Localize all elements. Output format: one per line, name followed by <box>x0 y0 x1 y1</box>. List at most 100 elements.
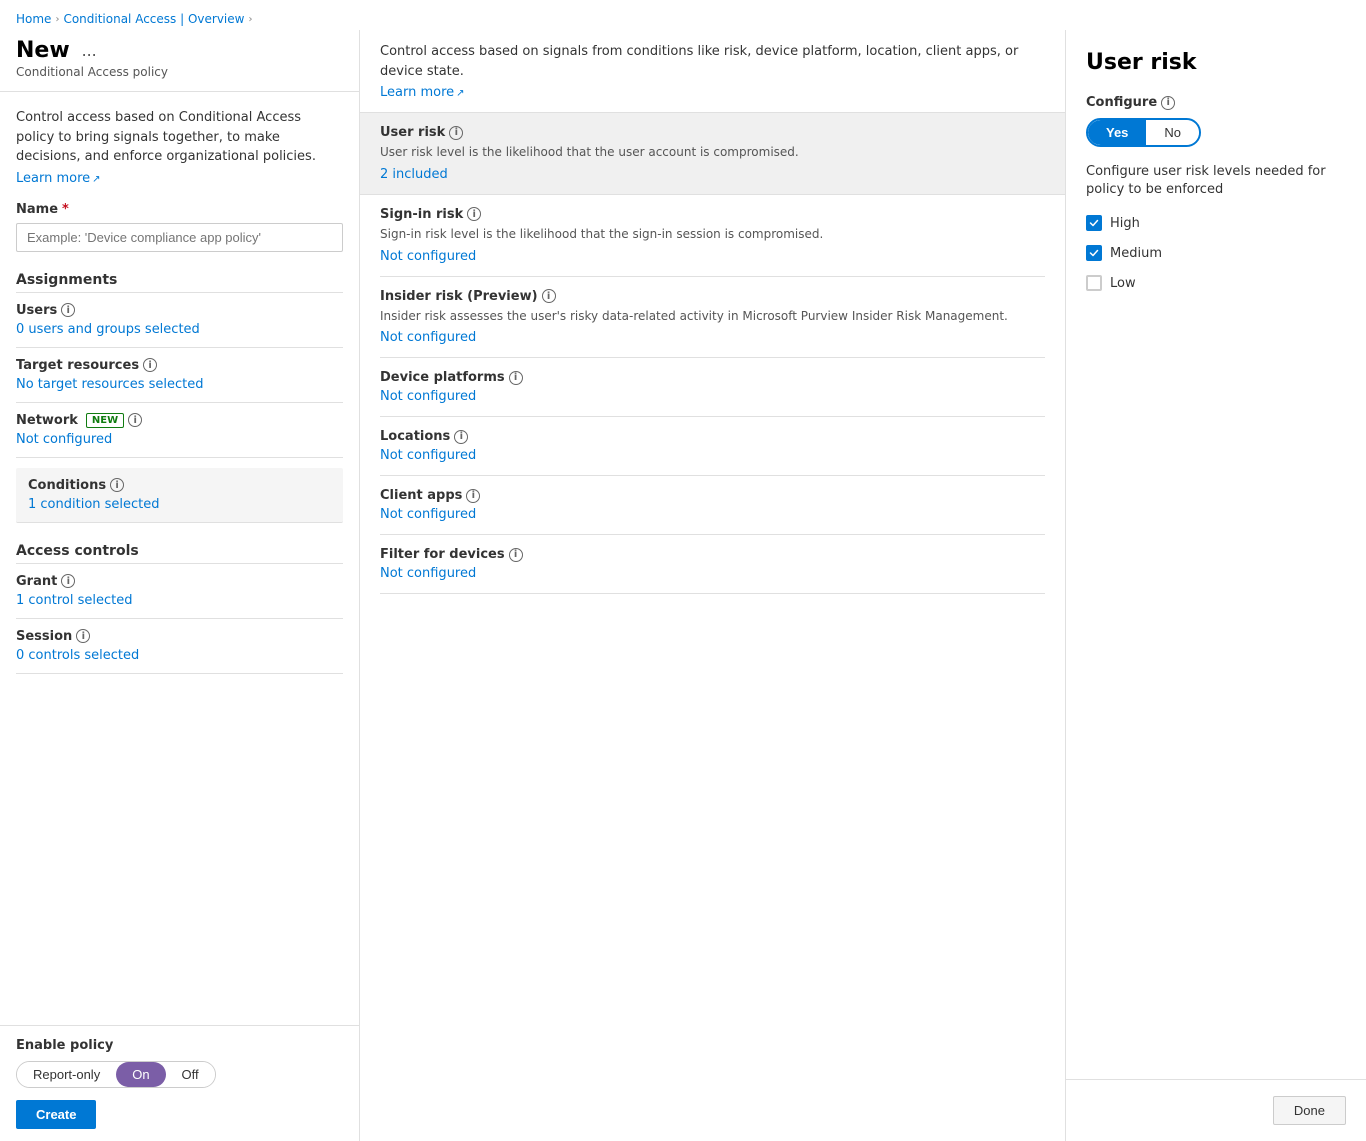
condition-item-client-apps[interactable]: Client appsi Not configured <box>380 476 1045 535</box>
configure-info-icon: i <box>1161 96 1175 110</box>
report-only-button[interactable]: Report-only <box>17 1062 116 1087</box>
enable-policy-toggle: Report-only On Off <box>16 1061 216 1088</box>
condition-item-insider-risk[interactable]: Insider risk (Preview)i Insider risk asse… <box>380 277 1045 359</box>
condition-desc-insider-risk: Insider risk assesses the user's risky d… <box>380 308 1045 325</box>
page-title-row: New ... <box>16 38 343 63</box>
target-resources-label: Target resources i <box>16 358 343 373</box>
page-title: New <box>16 38 70 63</box>
page-subtitle: Conditional Access policy <box>16 65 343 79</box>
condition-value-insider-risk[interactable]: Not configured <box>380 330 1045 345</box>
condition-item-filter-for-devices[interactable]: Filter for devicesi Not configured <box>380 535 1045 594</box>
network-value[interactable]: Not configured <box>16 432 343 447</box>
off-button[interactable]: Off <box>166 1062 215 1087</box>
left-learn-more[interactable]: Learn more <box>16 171 101 186</box>
on-button[interactable]: On <box>116 1062 165 1087</box>
conditions-value[interactable]: 1 condition selected <box>28 497 331 512</box>
grant-value[interactable]: 1 control selected <box>16 593 343 608</box>
breadcrumb-chevron-2: › <box>248 14 252 25</box>
session-value[interactable]: 0 controls selected <box>16 648 343 663</box>
session-info-icon: i <box>76 629 90 643</box>
condition-desc-user-risk: User risk level is the likelihood that t… <box>380 144 1045 161</box>
enable-policy-bar: Enable policy Report-only On Off Create <box>0 1025 359 1141</box>
configure-label: Configure i <box>1086 95 1346 110</box>
breadcrumb: Home › Conditional Access | Overview › <box>0 0 1366 30</box>
checkbox-low[interactable] <box>1086 275 1102 291</box>
condition-desc-sign-in-risk: Sign-in risk level is the likelihood tha… <box>380 226 1045 243</box>
right-panel-footer: Done <box>1066 1079 1366 1141</box>
session-assignment: Session i 0 controls selected <box>16 629 343 674</box>
yes-button[interactable]: Yes <box>1088 120 1146 145</box>
checkbox-item-high: High <box>1086 215 1346 231</box>
checkbox-medium[interactable] <box>1086 245 1102 261</box>
right-panel-title: User risk <box>1086 50 1346 75</box>
users-info-icon: i <box>61 303 75 317</box>
middle-learn-more[interactable]: Learn more <box>380 85 465 100</box>
users-value[interactable]: 0 users and groups selected <box>16 322 343 337</box>
assignments-title: Assignments <box>16 272 343 293</box>
enable-policy-label: Enable policy <box>16 1038 343 1053</box>
configure-description: Configure user risk levels needed for po… <box>1086 163 1346 199</box>
checkbox-high[interactable] <box>1086 215 1102 231</box>
checkbox-label-medium: Medium <box>1110 246 1162 261</box>
create-button[interactable]: Create <box>16 1100 96 1129</box>
conditions-label: Conditions i <box>28 478 331 493</box>
yes-no-toggle: Yes No <box>1086 118 1201 147</box>
grant-assignment: Grant i 1 control selected <box>16 574 343 619</box>
condition-header-client-apps: Client appsi <box>380 488 1045 503</box>
users-label: Users i <box>16 303 343 318</box>
condition-item-sign-in-risk[interactable]: Sign-in riskiSign-in risk level is the l… <box>380 195 1045 277</box>
conditions-info-icon: i <box>110 478 124 492</box>
condition-item-locations[interactable]: Locationsi Not configured <box>380 417 1045 476</box>
done-button[interactable]: Done <box>1273 1096 1346 1125</box>
condition-header-user-risk: User riski <box>380 125 1045 140</box>
condition-info-icon-locations: i <box>454 430 468 444</box>
condition-value-sign-in-risk[interactable]: Not configured <box>380 249 1045 264</box>
users-assignment: Users i 0 users and groups selected <box>16 303 343 348</box>
checkbox-item-medium: Medium <box>1086 245 1346 261</box>
name-label: Name * <box>16 202 343 217</box>
breadcrumb-conditional-access[interactable]: Conditional Access | Overview <box>63 12 244 26</box>
target-resources-value[interactable]: No target resources selected <box>16 377 343 392</box>
ellipsis-button[interactable]: ... <box>78 40 101 61</box>
condition-header-insider-risk: Insider risk (Preview)i <box>380 289 1045 304</box>
left-panel: New ... Conditional Access policy Contro… <box>0 30 360 1141</box>
middle-content: User riski User risk level is the likelih… <box>360 113 1065 1141</box>
target-resources-info-icon: i <box>143 358 157 372</box>
network-label: Network NEW i <box>16 413 343 428</box>
condition-item-device-platforms[interactable]: Device platformsi Not configured <box>380 358 1045 417</box>
breadcrumb-home[interactable]: Home <box>16 12 51 26</box>
condition-value-user-risk[interactable]: 2 included <box>380 167 1045 182</box>
condition-info-icon-client-apps: i <box>466 489 480 503</box>
condition-value-device-platforms[interactable]: Not configured <box>380 389 1045 404</box>
condition-header-filter-for-devices: Filter for devicesi <box>380 547 1045 562</box>
required-star: * <box>62 202 69 217</box>
grant-label: Grant i <box>16 574 343 589</box>
target-resources-assignment: Target resources i No target resources s… <box>16 358 343 403</box>
condition-value-filter-for-devices[interactable]: Not configured <box>380 566 1045 581</box>
condition-info-icon-user-risk: i <box>449 126 463 140</box>
network-assignment: Network NEW i Not configured <box>16 413 343 458</box>
middle-description: Control access based on signals from con… <box>380 42 1045 81</box>
checkbox-label-high: High <box>1110 216 1140 231</box>
condition-value-locations[interactable]: Not configured <box>380 448 1045 463</box>
condition-info-icon-device-platforms: i <box>509 371 523 385</box>
session-label: Session i <box>16 629 343 644</box>
policy-name-input[interactable] <box>16 223 343 252</box>
condition-header-locations: Locationsi <box>380 429 1045 444</box>
name-field-group: Name * <box>16 202 343 252</box>
conditions-box[interactable]: Conditions i 1 condition selected <box>16 468 343 523</box>
risk-level-checkboxes: High Medium Low <box>1086 215 1346 291</box>
checkbox-item-low: Low <box>1086 275 1346 291</box>
left-panel-content: Control access based on Conditional Acce… <box>0 92 359 1025</box>
left-panel-header: New ... Conditional Access policy <box>0 30 359 92</box>
condition-info-icon-sign-in-risk: i <box>467 207 481 221</box>
right-panel: User risk Configure i Yes No Configure u… <box>1066 30 1366 1141</box>
no-button[interactable]: No <box>1146 120 1199 145</box>
condition-value-client-apps[interactable]: Not configured <box>380 507 1045 522</box>
checkbox-label-low: Low <box>1110 276 1136 291</box>
condition-item-user-risk[interactable]: User riski User risk level is the likelih… <box>360 113 1065 195</box>
grant-info-icon: i <box>61 574 75 588</box>
left-description: Control access based on Conditional Acce… <box>16 108 343 167</box>
condition-header-device-platforms: Device platformsi <box>380 370 1045 385</box>
access-controls-title: Access controls <box>16 543 343 564</box>
